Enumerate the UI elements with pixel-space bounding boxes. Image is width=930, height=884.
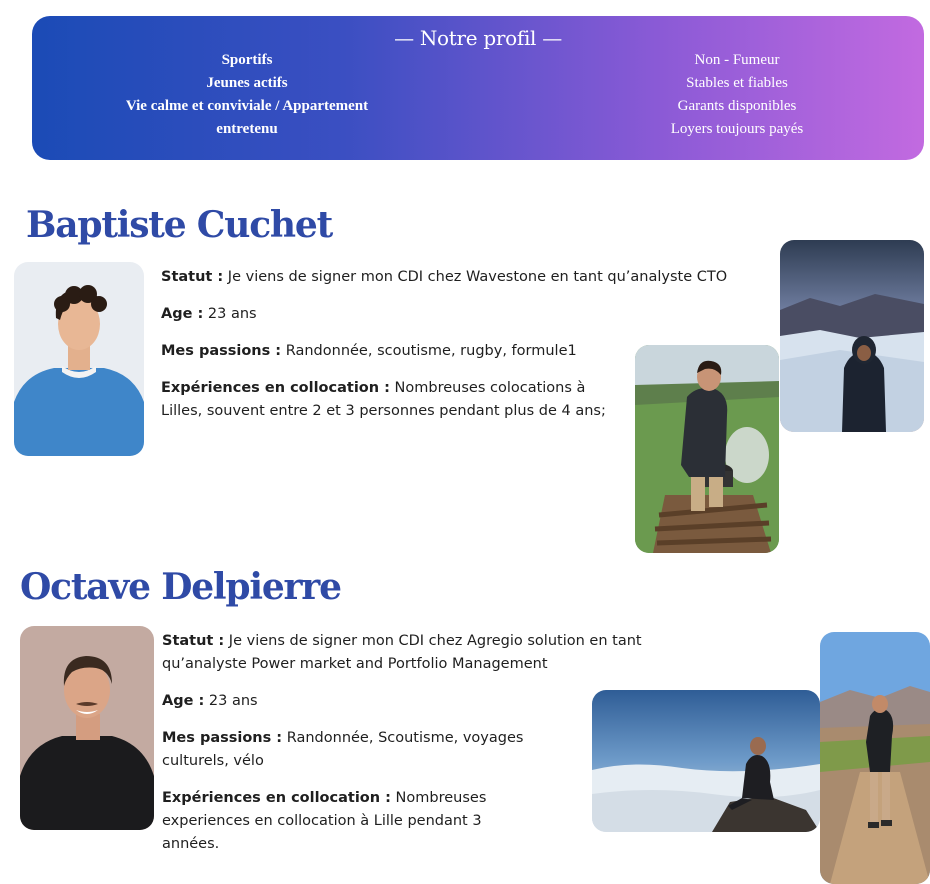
statut-line: Statut : Je viens de signer mon CDI chez… <box>161 266 781 289</box>
photo-above-clouds <box>592 690 820 832</box>
statut-value: Je viens de signer mon CDI chez Agregio … <box>162 633 642 672</box>
banner-left-item: Vie calme et conviviale / Appartement <box>125 98 369 114</box>
statut-value: Je viens de signer mon CDI chez Waveston… <box>223 269 728 285</box>
banner-left-list: Sportifs Jeunes actifs Vie calme et conv… <box>82 49 412 141</box>
banner-left-item: Sportifs <box>221 52 273 68</box>
age-line: Age : 23 ans <box>162 690 662 713</box>
age-label: Age : <box>162 693 205 709</box>
person-name-baptiste: Baptiste Cuchet <box>26 204 333 246</box>
portrait-photo-octave <box>20 626 154 830</box>
experience-label: Expériences en collocation : <box>162 790 391 806</box>
photo-mountain-snow <box>780 240 924 432</box>
banner-left-item: Jeunes actifs <box>206 75 288 91</box>
passions-label: Mes passions : <box>161 343 282 359</box>
banner-title: — Notre profil — <box>394 26 562 50</box>
portrait-photo-baptiste <box>14 262 144 456</box>
age-value: 23 ans <box>204 693 258 709</box>
banner-right-item: Loyers toujours payés <box>670 121 804 137</box>
experience-line: Expériences en collocation : Nombreuses … <box>161 377 616 423</box>
age-line: Age : 23 ans <box>161 303 781 326</box>
banner-right-item: Non - Fumeur <box>694 52 780 68</box>
passions-label: Mes passions : <box>162 730 283 746</box>
experience-line: Expériences en collocation : Nombreuses … <box>162 787 532 856</box>
profile-banner: — Notre profil — Sportifs Jeunes actifs … <box>32 16 924 160</box>
photo-campfire-cooking <box>635 345 779 553</box>
statut-line: Statut : Je viens de signer mon CDI chez… <box>162 630 652 676</box>
experience-label: Expériences en collocation : <box>161 380 390 396</box>
statut-label: Statut : <box>162 633 225 649</box>
person-name-octave: Octave Delpierre <box>20 566 342 608</box>
age-value: 23 ans <box>203 306 257 322</box>
passions-line: Mes passions : Randonnée, Scoutisme, voy… <box>162 727 572 773</box>
banner-right-list: Non - Fumeur Stables et fiables Garants … <box>617 49 857 141</box>
info-block-octave: Statut : Je viens de signer mon CDI chez… <box>162 630 662 870</box>
banner-right-item: Stables et fiables <box>686 75 788 91</box>
photo-hiking-trail <box>820 632 930 884</box>
age-label: Age : <box>161 306 204 322</box>
banner-left-item: entretenu <box>216 121 278 137</box>
banner-right-item: Garants disponibles <box>677 98 797 114</box>
passions-value: Randonnée, scoutisme, rugby, formule1 <box>281 343 577 359</box>
statut-label: Statut : <box>161 269 224 285</box>
